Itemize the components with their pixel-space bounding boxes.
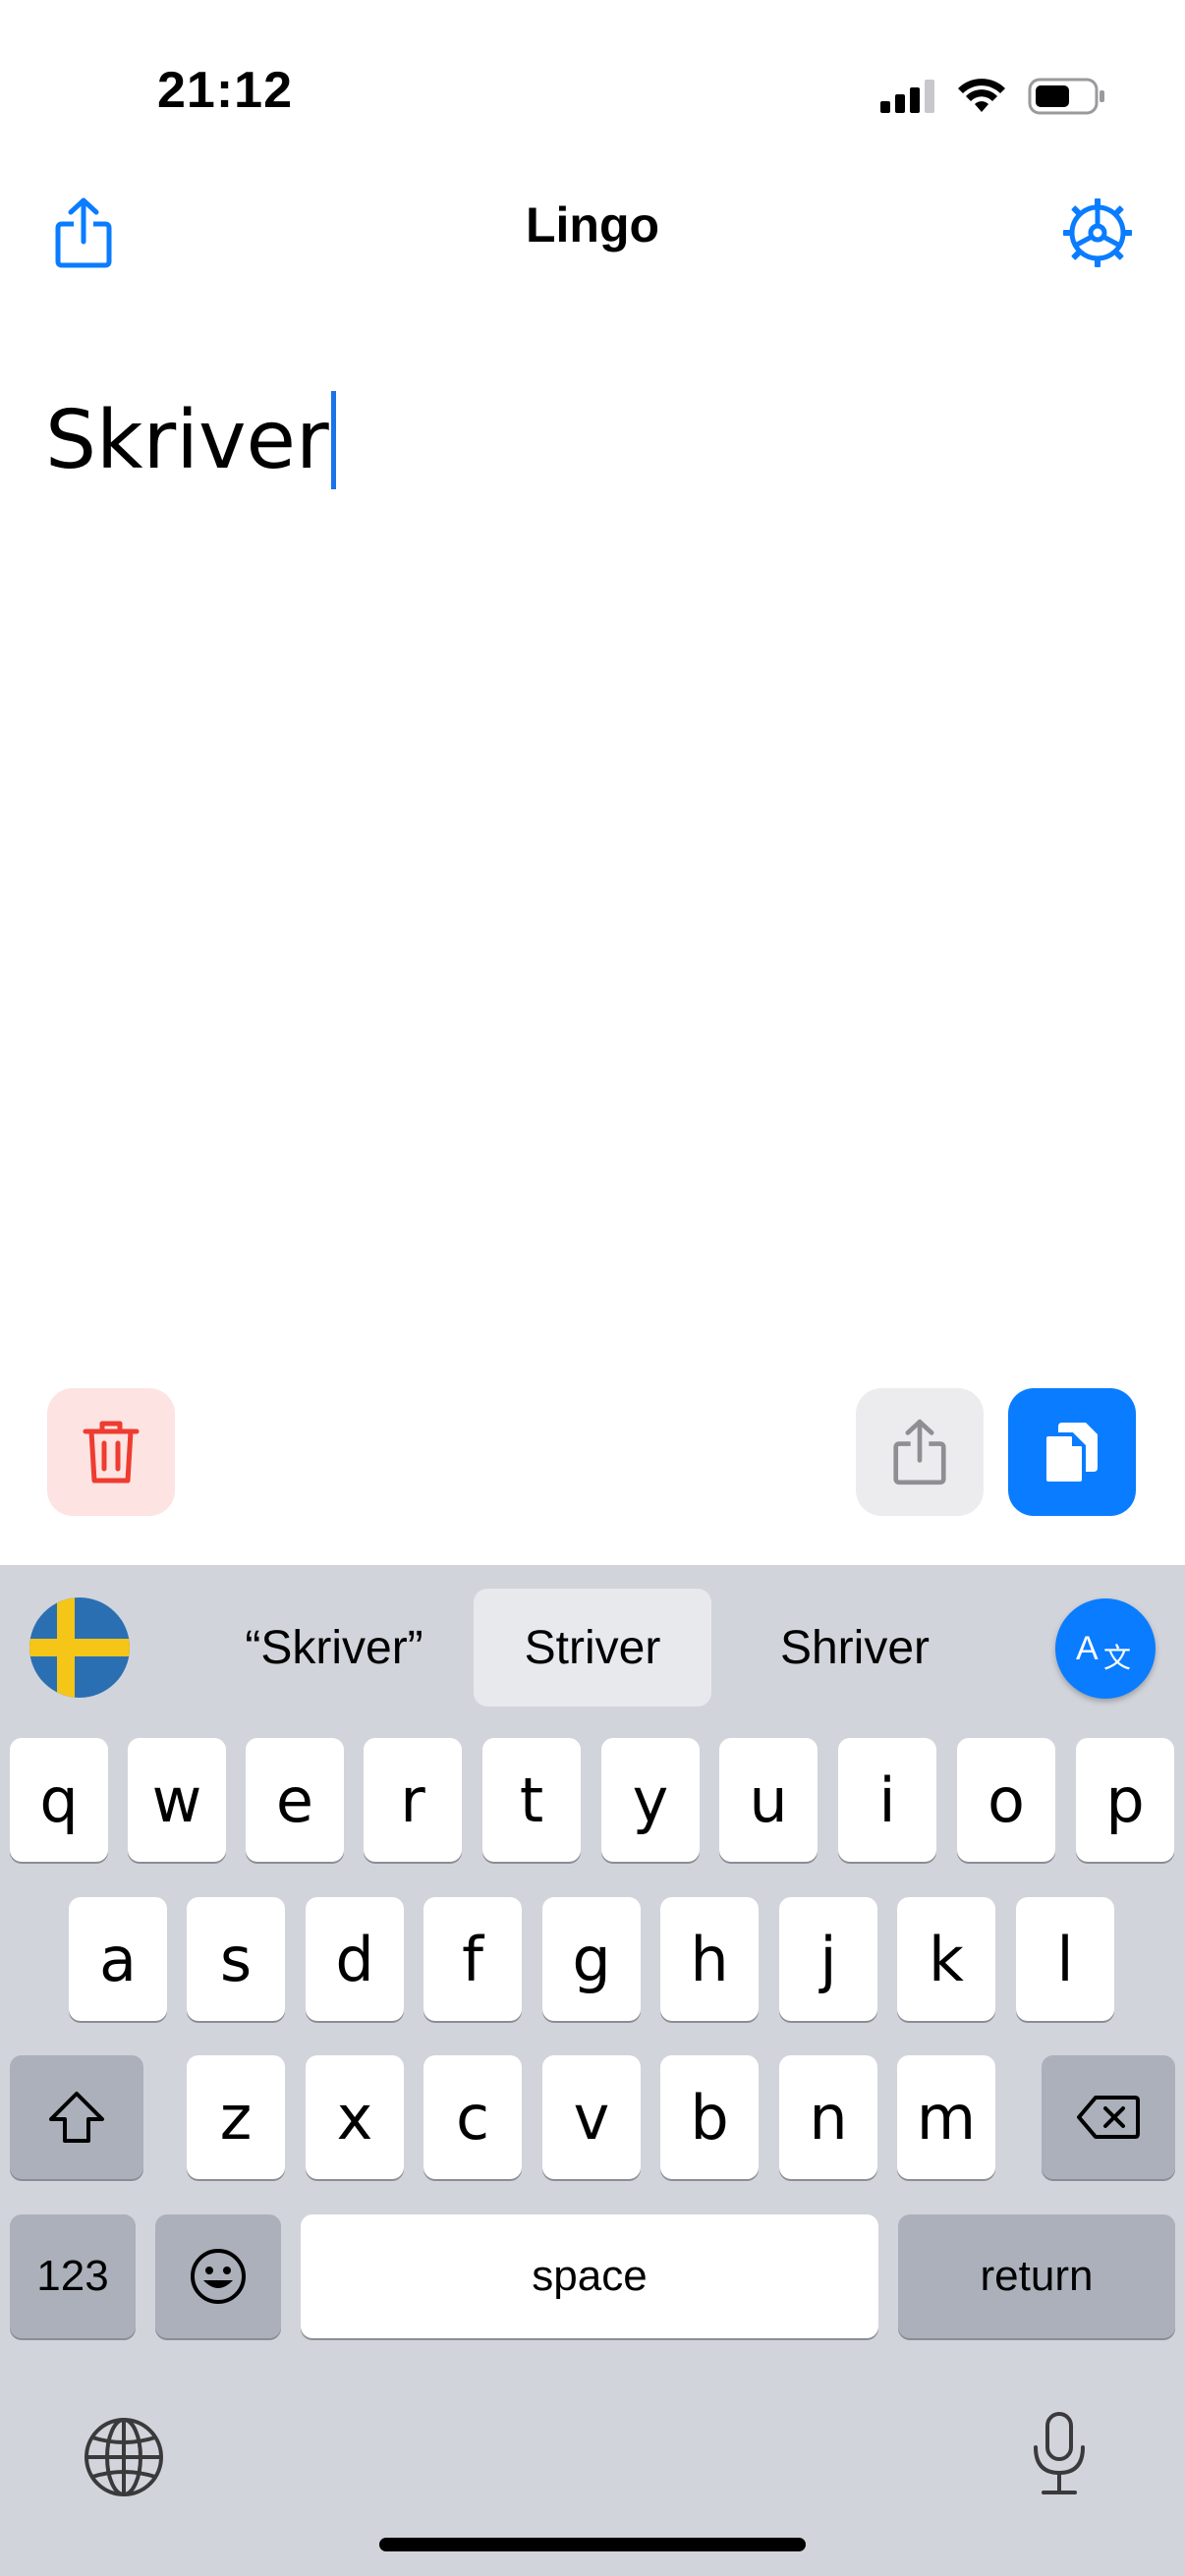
- key-x[interactable]: x: [306, 2055, 404, 2179]
- svg-text:A: A: [1076, 1630, 1099, 1667]
- key-h[interactable]: h: [660, 1897, 759, 2021]
- cellular-signal-icon: [880, 80, 934, 113]
- share-text-button[interactable]: [856, 1388, 984, 1516]
- key-i[interactable]: i: [838, 1738, 936, 1862]
- text-cursor: [330, 391, 336, 489]
- status-time: 21:12: [157, 62, 293, 119]
- key-n[interactable]: n: [779, 2055, 877, 2179]
- key-l[interactable]: l: [1016, 1897, 1114, 2021]
- suggestion-item[interactable]: “Skriver”: [206, 1589, 462, 1707]
- key-j[interactable]: j: [779, 1897, 877, 2021]
- space-key[interactable]: space: [301, 2214, 878, 2338]
- suggestion-item[interactable]: Shriver: [727, 1589, 983, 1707]
- microphone-icon: [1034, 2412, 1085, 2494]
- key-t[interactable]: t: [482, 1738, 581, 1862]
- key-s[interactable]: s: [187, 1897, 285, 2021]
- numbers-key[interactable]: 123: [10, 2214, 136, 2338]
- key-e[interactable]: e: [246, 1738, 344, 1862]
- trash-icon: [83, 1421, 140, 1484]
- settings-gear-icon: [1063, 198, 1132, 267]
- key-u[interactable]: u: [719, 1738, 818, 1862]
- globe-button[interactable]: [83, 2416, 165, 2498]
- shift-key[interactable]: [10, 2055, 143, 2179]
- key-m[interactable]: m: [897, 2055, 995, 2179]
- shift-icon: [49, 2092, 104, 2143]
- key-z[interactable]: z: [187, 2055, 285, 2179]
- key-f[interactable]: f: [423, 1897, 522, 2021]
- return-key[interactable]: return: [898, 2214, 1175, 2338]
- key-r[interactable]: r: [364, 1738, 462, 1862]
- key-w[interactable]: w: [128, 1738, 226, 1862]
- suggestion-bar: “Skriver” Striver Shriver A 文: [0, 1565, 1185, 1732]
- key-b[interactable]: b: [660, 2055, 759, 2179]
- share-icon: [893, 1419, 946, 1485]
- key-o[interactable]: o: [957, 1738, 1055, 1862]
- key-p[interactable]: p: [1076, 1738, 1174, 1862]
- page-title: Lingo: [525, 197, 660, 252]
- status-icons: [880, 71, 1106, 122]
- copy-button[interactable]: [1008, 1388, 1136, 1516]
- delete-button[interactable]: [47, 1388, 175, 1516]
- key-k[interactable]: k: [897, 1897, 995, 2021]
- translate-button[interactable]: A 文: [1055, 1598, 1156, 1699]
- text-editor[interactable]: Skriver: [45, 391, 336, 489]
- translate-icon: A 文: [1076, 1630, 1131, 1673]
- key-g[interactable]: g: [542, 1897, 641, 2021]
- microphone-button[interactable]: [1028, 2410, 1091, 2498]
- wifi-icon: [958, 79, 1005, 112]
- editor-text: Skriver: [45, 393, 329, 487]
- settings-button[interactable]: [1053, 189, 1142, 277]
- battery-icon: [1028, 78, 1104, 115]
- key-q[interactable]: q: [10, 1738, 108, 1862]
- key-y[interactable]: y: [601, 1738, 700, 1862]
- key-v[interactable]: v: [542, 2055, 641, 2179]
- key-d[interactable]: d: [306, 1897, 404, 2021]
- emoji-key[interactable]: [155, 2214, 281, 2338]
- sweden-flag-icon[interactable]: [29, 1597, 130, 1698]
- emoji-icon: [191, 2249, 246, 2304]
- home-indicator: [379, 2538, 806, 2551]
- backspace-key[interactable]: [1042, 2055, 1175, 2179]
- copy-icon: [1043, 1423, 1098, 1485]
- keyboard: “Skriver” Striver Shriver A 文 q w e r t …: [0, 1565, 1185, 2576]
- key-a[interactable]: a: [69, 1897, 167, 2021]
- key-c[interactable]: c: [423, 2055, 522, 2179]
- svg-text:文: 文: [1103, 1642, 1131, 1673]
- globe-icon: [85, 2418, 163, 2496]
- suggestion-item[interactable]: Striver: [474, 1589, 711, 1707]
- backspace-icon: [1077, 2096, 1140, 2139]
